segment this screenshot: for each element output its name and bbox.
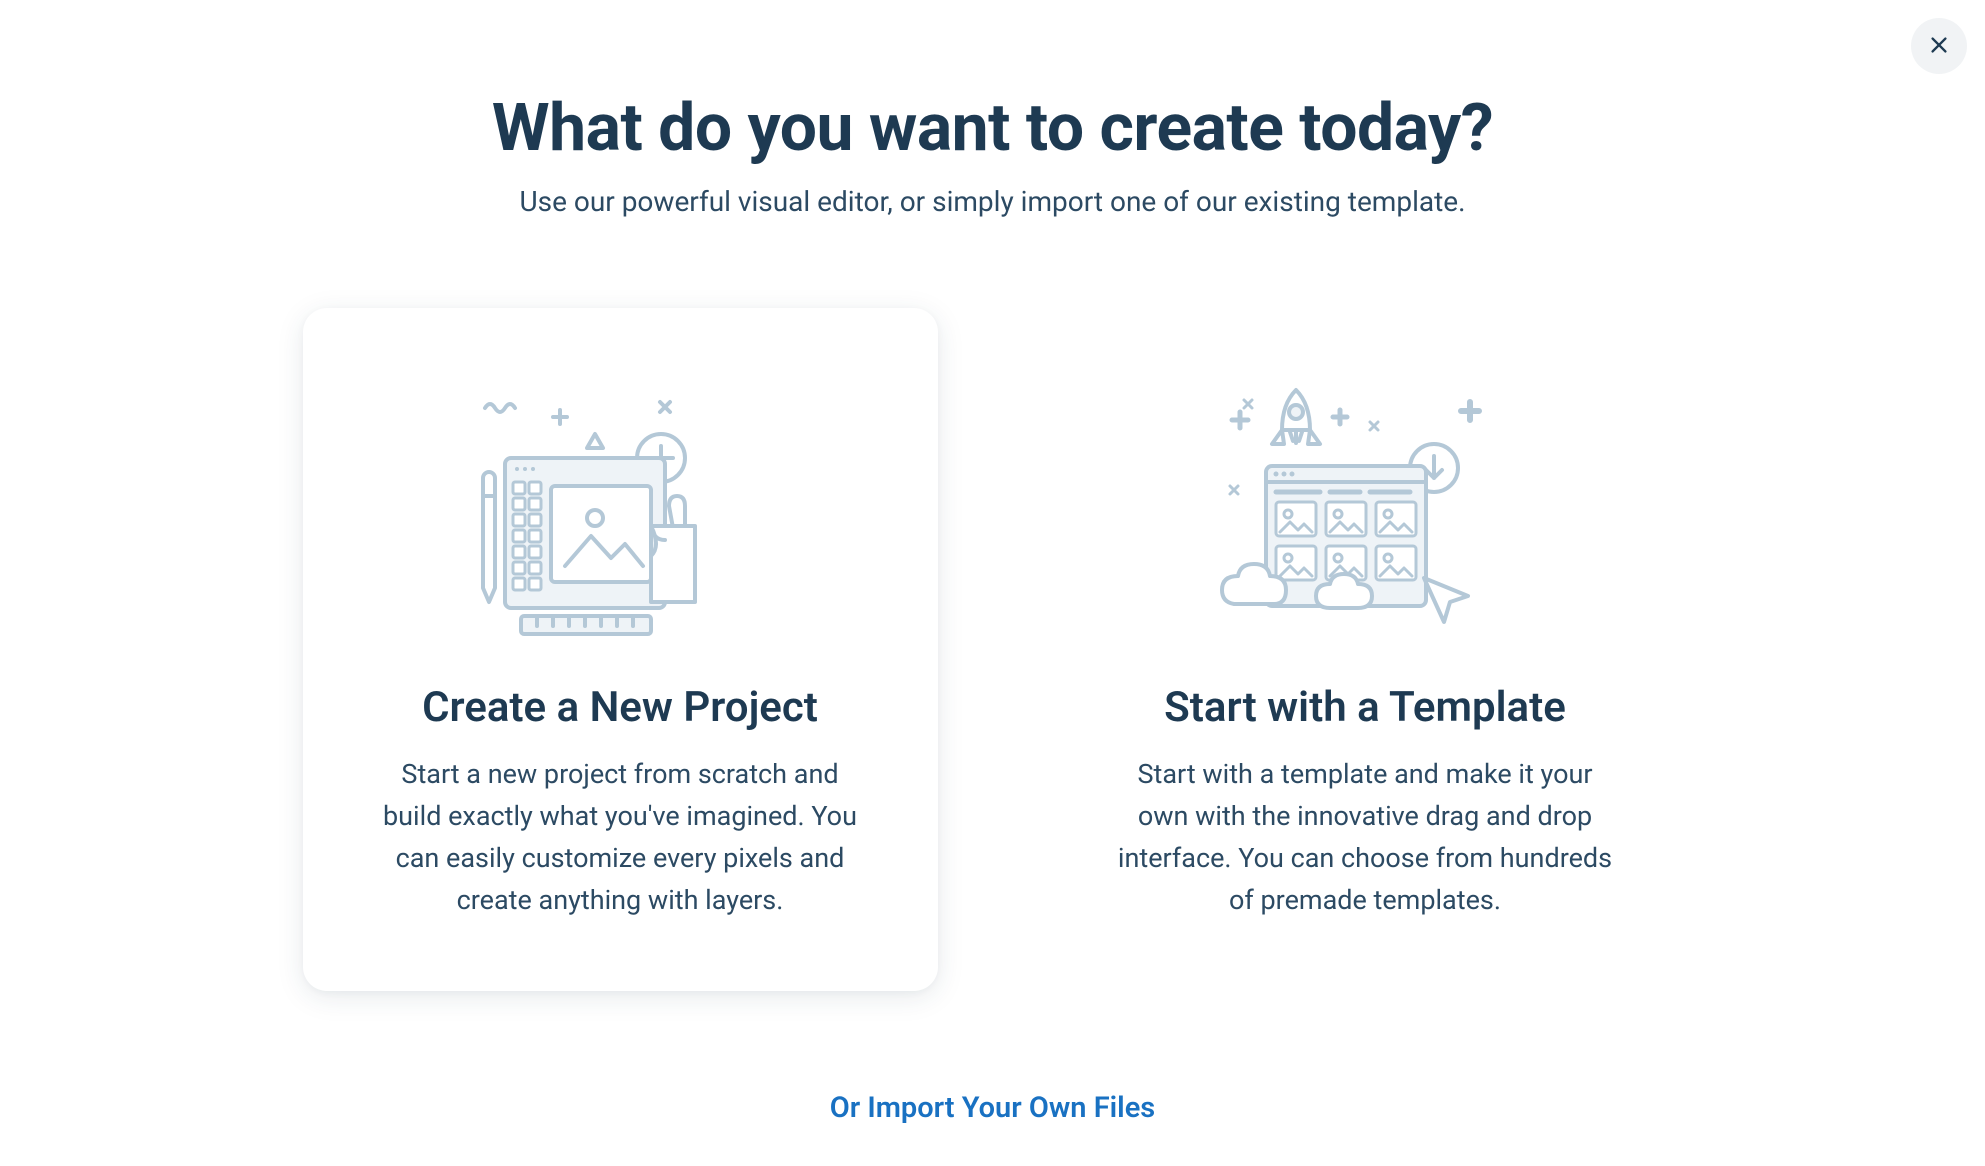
import-own-files-link[interactable]: Or Import Your Own Files <box>830 1091 1155 1125</box>
template-illustration <box>1118 358 1613 648</box>
page-subtitle: Use our powerful visual editor, or simpl… <box>283 185 1703 218</box>
options-row: Create a New Project Start a new project… <box>283 308 1703 991</box>
close-icon <box>1928 34 1950 59</box>
option-description-template: Start with a template and make it your o… <box>1118 754 1613 921</box>
option-title-template: Start with a Template <box>1118 683 1613 732</box>
modal-content: What do you want to create today? Use ou… <box>283 0 1703 1125</box>
option-card-template[interactable]: Start with a Template Start with a templ… <box>1048 308 1683 991</box>
new-project-illustration <box>373 358 868 648</box>
option-description-new-project: Start a new project from scratch and bui… <box>373 754 868 921</box>
close-button[interactable] <box>1911 18 1967 74</box>
page-title: What do you want to create today? <box>283 90 1703 167</box>
option-card-new-project[interactable]: Create a New Project Start a new project… <box>303 308 938 991</box>
option-title-new-project: Create a New Project <box>373 683 868 732</box>
